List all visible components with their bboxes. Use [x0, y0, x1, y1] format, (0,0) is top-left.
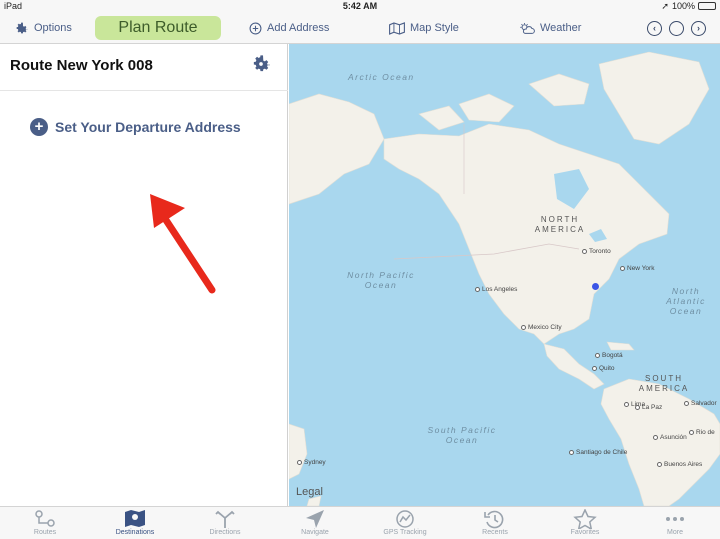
next-button[interactable]: ›	[691, 20, 706, 36]
tab-routes[interactable]: Routes	[0, 507, 90, 539]
gear-icon	[16, 22, 28, 33]
add-address-label: Add Address	[267, 22, 330, 34]
tab-label: Directions	[209, 529, 241, 536]
top-toolbar: Options Plan Route Add Address Map Style…	[0, 12, 720, 44]
city-label: New York	[620, 265, 654, 272]
tab-label: Recents	[482, 529, 508, 536]
city-label: La Paz	[635, 404, 662, 411]
battery-icon	[698, 2, 716, 10]
tab-label: Destinations	[115, 529, 155, 536]
route-settings-gear-icon[interactable]	[250, 53, 272, 75]
directions-icon	[215, 510, 235, 528]
tab-label: More	[667, 529, 683, 536]
more-dots-icon	[666, 517, 684, 521]
city-label: Sydney	[297, 459, 326, 466]
weather-button[interactable]: Weather	[519, 12, 581, 44]
tab-label: GPS Tracking	[383, 529, 427, 536]
ocean-label: South Pacific Ocean	[427, 425, 497, 445]
add-address-button[interactable]: Add Address	[249, 12, 329, 44]
tab-label: Navigate	[301, 529, 329, 536]
tab-gps-tracking[interactable]: GPS Tracking	[360, 507, 450, 539]
ocean-label: North Atlantic Ocean	[666, 286, 706, 316]
annotation-arrow-icon	[150, 194, 216, 294]
chevron-right-icon: ›	[697, 22, 700, 33]
weather-cloud-sun-icon	[520, 22, 535, 34]
map-style-button[interactable]: Map Style	[389, 12, 459, 44]
center-button[interactable]	[669, 20, 684, 36]
chevron-left-icon: ‹	[653, 22, 656, 33]
route-title: Route New York 008	[10, 57, 153, 74]
city-label: Rio de	[689, 429, 715, 436]
tab-label: Routes	[33, 529, 57, 536]
continent-label: SOUTH AMERICA	[638, 374, 690, 393]
city-label: Los Angeles	[475, 286, 517, 293]
status-bar: iPad 5:42 AM ➚ 100%	[0, 0, 720, 12]
map-pin-icon	[125, 510, 145, 527]
folded-map-icon	[389, 21, 405, 35]
map-style-label: Map Style	[410, 22, 459, 34]
previous-button[interactable]: ‹	[647, 20, 662, 36]
tab-navigate[interactable]: Navigate	[270, 507, 360, 539]
options-button[interactable]: Options	[14, 12, 72, 44]
tab-label: Favorites	[570, 529, 600, 536]
city-label: Quito	[592, 365, 615, 372]
options-label: Options	[34, 22, 72, 34]
location-arrow-icon: ➚	[661, 1, 669, 11]
current-location-dot	[592, 283, 599, 290]
set-departure-label: Set Your Departure Address	[55, 119, 241, 135]
city-label: Toronto	[582, 248, 611, 255]
tab-directions[interactable]: Directions	[180, 507, 270, 539]
status-time: 5:42 AM	[342, 1, 378, 11]
tab-recents[interactable]: Recents	[450, 507, 540, 539]
legal-link[interactable]: Legal	[296, 486, 323, 498]
navigate-arrow-icon	[306, 510, 324, 528]
map-view[interactable]: Arctic Ocean North Pacific Ocean North A…	[289, 44, 720, 506]
routes-icon	[35, 510, 55, 527]
set-departure-address-button[interactable]: + Set Your Departure Address	[30, 118, 241, 136]
city-label: Buenos Aires	[657, 461, 702, 468]
add-circle-icon	[249, 22, 262, 34]
gps-icon	[396, 510, 414, 528]
ocean-label: North Pacific Ocean	[347, 270, 415, 290]
tab-destinations[interactable]: Destinations	[90, 507, 180, 539]
plan-route-button[interactable]: Plan Route	[95, 16, 221, 40]
city-label: Mexico City	[521, 324, 562, 331]
continent-label: NORTH AMERICA	[534, 215, 586, 234]
weather-label: Weather	[540, 22, 582, 34]
history-icon	[484, 510, 504, 529]
tab-bar: Routes Destinations Directions Navigate …	[0, 506, 720, 539]
plus-circle-icon: +	[30, 118, 48, 136]
divider	[0, 90, 288, 91]
tab-favorites[interactable]: Favorites	[540, 507, 630, 539]
star-icon	[573, 509, 597, 529]
city-label: Bogotá	[595, 352, 623, 359]
city-label: Asunción	[653, 434, 687, 441]
city-label: Salvador	[684, 400, 717, 407]
city-label: Santiago de Chile	[569, 449, 627, 456]
battery-percent: 100%	[671, 1, 695, 11]
tab-more[interactable]: More	[630, 507, 720, 539]
ocean-label: Arctic Ocean	[348, 72, 415, 82]
route-panel: Route New York 008 + Set Your Departure …	[0, 44, 288, 506]
